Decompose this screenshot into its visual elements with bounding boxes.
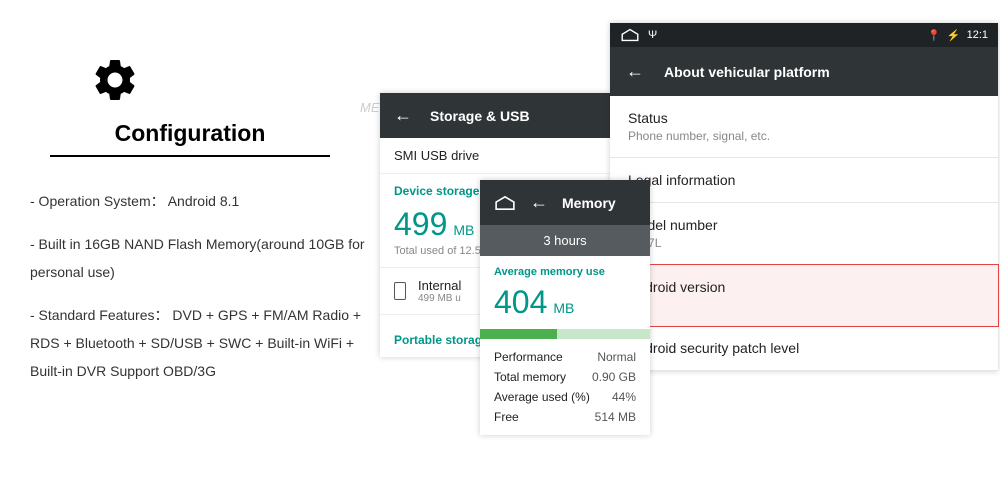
clock-text: 12:1 bbox=[967, 29, 988, 41]
status-bar: Ψ 📍 ⚡ 12:1 bbox=[610, 23, 998, 47]
internal-label: Internal bbox=[418, 278, 461, 293]
patch-item[interactable]: Android security patch level bbox=[610, 326, 998, 371]
back-arrow-icon[interactable]: ← bbox=[394, 105, 412, 126]
spec-features: - Standard Features： DVD + GPS + FM/AM R… bbox=[30, 301, 380, 385]
android-val: 8.1 bbox=[628, 298, 980, 312]
free-label: Free bbox=[494, 410, 519, 424]
perf-label: Performance bbox=[494, 350, 563, 364]
internal-sub: 499 MB u bbox=[418, 293, 461, 304]
time-range-selector[interactable]: 3 hours bbox=[480, 225, 650, 256]
memory-panel: ← Memory 3 hours Average memory use 404 … bbox=[480, 180, 650, 435]
model-label: Model number bbox=[628, 217, 980, 233]
android-label: Android version bbox=[628, 279, 980, 295]
status-item[interactable]: Status Phone number, signal, etc. bbox=[610, 96, 998, 158]
total-mem-row: Total memory 0.90 GB bbox=[494, 367, 636, 387]
patch-label: Android security patch level bbox=[628, 340, 980, 356]
about-header: ← About vehicular platform bbox=[610, 47, 998, 96]
total-label: Total memory bbox=[494, 370, 566, 384]
model-item[interactable]: Model number 8227L bbox=[610, 203, 998, 265]
about-title: About vehicular platform bbox=[664, 64, 830, 80]
legal-item[interactable]: Legal information bbox=[610, 158, 998, 203]
config-title: Configuration bbox=[50, 120, 330, 157]
spec-os: - Operation System： Android 8.1 bbox=[30, 187, 380, 215]
about-panel: Ψ 📍 ⚡ 12:1 ← About vehicular platform St… bbox=[610, 23, 998, 371]
storage-unit: MB bbox=[453, 222, 474, 238]
memory-bar bbox=[480, 323, 650, 339]
memory-bar-fill bbox=[480, 329, 557, 339]
total-val: 0.90 GB bbox=[592, 370, 636, 384]
back-arrow-icon[interactable]: ← bbox=[626, 61, 644, 82]
usb-drive-item[interactable]: SMI USB drive bbox=[380, 138, 610, 174]
location-icon: 📍 bbox=[927, 29, 941, 42]
status-sub: Phone number, signal, etc. bbox=[628, 129, 980, 143]
free-val: 514 MB bbox=[595, 410, 636, 424]
config-panel: Configuration - Operation System： Androi… bbox=[30, 55, 380, 400]
memory-title: Memory bbox=[562, 195, 616, 211]
phone-icon bbox=[394, 282, 406, 300]
home-icon bbox=[494, 195, 516, 211]
avgused-label: Average used (%) bbox=[494, 390, 590, 404]
bluetooth-icon: ⚡ bbox=[947, 29, 961, 42]
memory-header: ← Memory bbox=[480, 180, 650, 225]
status-label: Status bbox=[628, 110, 980, 126]
android-version-item[interactable]: Android version 8.1 bbox=[609, 264, 999, 327]
storage-header: ← Storage & USB bbox=[380, 93, 610, 138]
model-val: 8227L bbox=[628, 236, 980, 250]
avg-used-row: Average used (%) 44% bbox=[494, 387, 636, 407]
spec-memory: - Built in 16GB NAND Flash Memory(around… bbox=[30, 230, 380, 286]
perf-row: Performance Normal bbox=[494, 347, 636, 367]
home-icon bbox=[620, 28, 640, 42]
performance-list: Performance Normal Total memory 0.90 GB Av… bbox=[480, 339, 650, 435]
legal-label: Legal information bbox=[628, 172, 980, 188]
memory-value: 404 MB bbox=[480, 282, 650, 323]
usb-icon: Ψ bbox=[648, 29, 657, 41]
storage-number: 499 bbox=[394, 206, 447, 243]
storage-title: Storage & USB bbox=[430, 108, 530, 124]
avg-memory-label: Average memory use bbox=[480, 256, 650, 282]
gear-icon bbox=[90, 55, 140, 105]
memory-unit: MB bbox=[553, 300, 574, 316]
perf-val: Normal bbox=[597, 350, 636, 364]
memory-number: 404 bbox=[494, 284, 547, 321]
free-row: Free 514 MB bbox=[494, 407, 636, 427]
back-arrow-icon[interactable]: ← bbox=[530, 192, 548, 213]
avgused-val: 44% bbox=[612, 390, 636, 404]
